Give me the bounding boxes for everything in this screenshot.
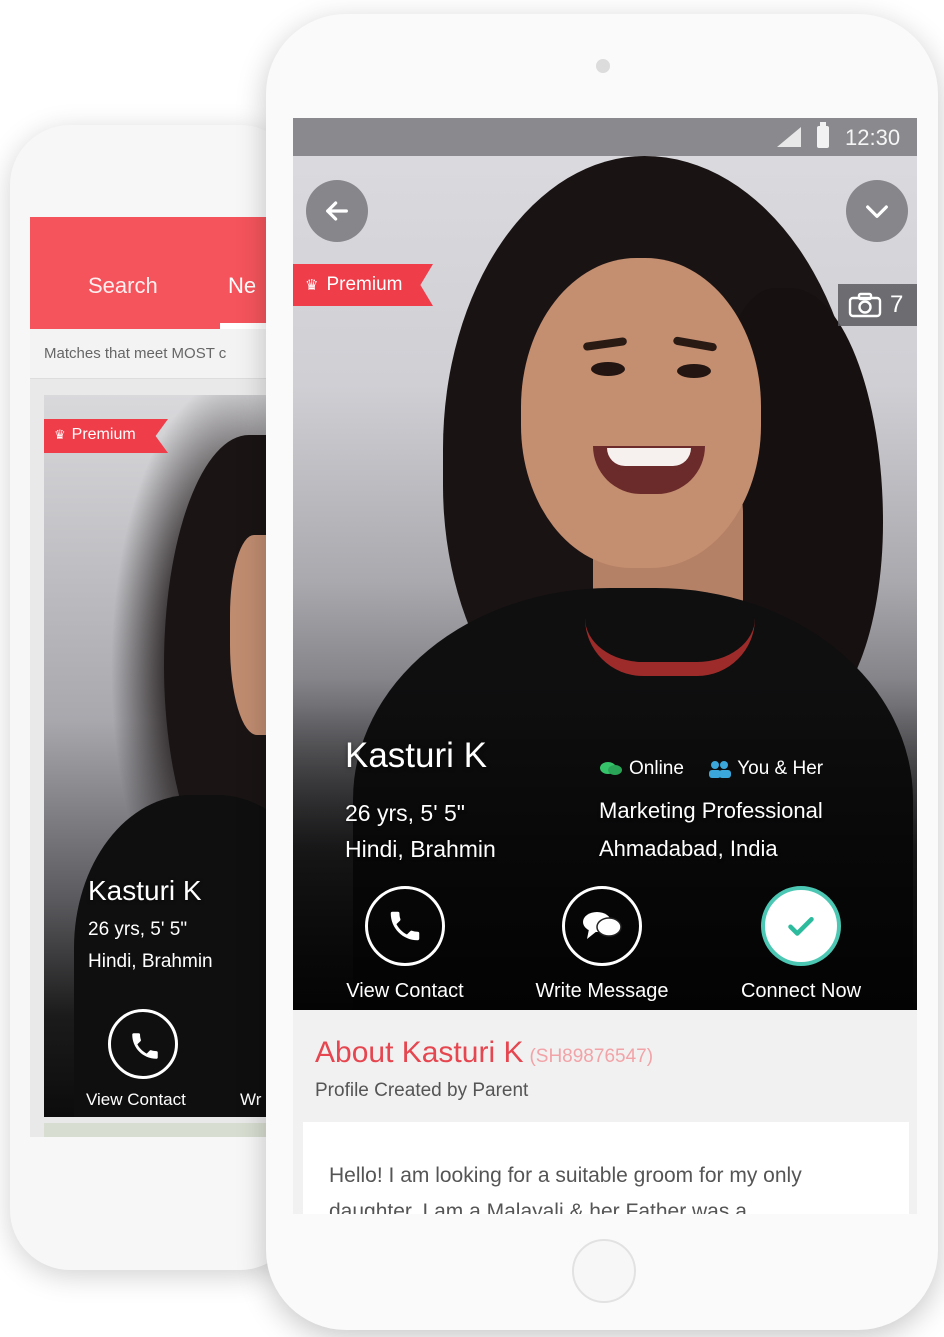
- profile-photo-eye: [591, 362, 625, 376]
- profile-photo-face: [230, 535, 270, 735]
- profile-created-by: Profile Created by Parent: [315, 1080, 529, 1101]
- arrow-left-icon: [326, 201, 348, 221]
- profile-age-height: 26 yrs, 5' 5": [345, 800, 465, 826]
- back-button[interactable]: [306, 180, 368, 242]
- front-phone: 12:30 ♛ Premium 7 Kasturi K 26 yrs, 5' 5"…: [266, 14, 938, 1330]
- about-text-card: Hello! I am looking for a suitable groom…: [303, 1122, 909, 1214]
- camera-icon: [848, 292, 882, 318]
- connect-now-label: Connect Now: [740, 980, 862, 1002]
- tab-search[interactable]: Search: [88, 273, 158, 299]
- connect-now-circle[interactable]: [761, 886, 841, 966]
- front-phone-screen: 12:30 ♛ Premium 7 Kasturi K 26 yrs, 5' 5"…: [293, 118, 917, 1214]
- premium-badge: ♛ Premium: [293, 264, 433, 306]
- about-section: About Kasturi K (SH89876547) Profile Crea…: [293, 1010, 917, 1214]
- chat-online-icon: [600, 762, 622, 775]
- back-subtitle-bar: Matches that meet MOST c: [30, 329, 270, 379]
- mutual-label: You & Her: [737, 758, 824, 779]
- back-phone-screen: Search Ne Matches that meet MOST c ♛ Prem…: [30, 217, 270, 1137]
- back-phone: Search Ne Matches that meet MOST c ♛ Prem…: [10, 125, 300, 1270]
- matches-subtitle: Matches that meet MOST c: [44, 345, 227, 362]
- write-message-circle[interactable]: [562, 886, 642, 966]
- profile-photo[interactable]: [293, 118, 917, 1010]
- profile-photo-face: [521, 258, 761, 568]
- tab-new[interactable]: Ne: [228, 273, 256, 299]
- profile-photo-teeth: [607, 448, 691, 466]
- back-header: Search Ne: [30, 217, 270, 329]
- battery-icon: [817, 122, 829, 148]
- online-label: Online: [629, 758, 684, 779]
- view-contact-label: View Contact: [86, 1090, 186, 1109]
- write-message-label-partial: Wr: [240, 1090, 262, 1109]
- about-text: Hello! I am looking for a suitable groom…: [329, 1164, 802, 1214]
- connect-now-button[interactable]: Connect Now: [711, 886, 891, 1003]
- photo-count-button[interactable]: 7: [838, 284, 917, 326]
- premium-label: Premium: [326, 274, 403, 295]
- users-icon: [709, 761, 732, 778]
- premium-badge: ♛ Premium: [44, 419, 168, 453]
- photo-count: 7: [890, 291, 904, 318]
- profile-name: Kasturi K: [345, 736, 487, 775]
- check-icon: [788, 917, 814, 936]
- write-message-button[interactable]: Write Message: [512, 886, 692, 1003]
- crown-icon: ♛: [305, 277, 319, 294]
- profile-location: Ahmadabad, India: [599, 836, 778, 861]
- about-title: About Kasturi K (SH89876547): [315, 1036, 653, 1070]
- signal-icon: [777, 127, 801, 147]
- crown-icon: ♛: [54, 427, 66, 442]
- home-button[interactable]: [572, 1239, 636, 1303]
- premium-label: Premium: [71, 426, 136, 443]
- about-heading: About Kasturi K: [315, 1036, 524, 1069]
- write-message-label: Write Message: [535, 980, 669, 1002]
- chevron-down-icon: [866, 205, 888, 218]
- profile-community: Hindi, Brahmin: [88, 951, 213, 972]
- profile-community: Hindi, Brahmin: [345, 836, 496, 862]
- chat-icon: [583, 912, 622, 939]
- view-contact-button[interactable]: View Contact: [315, 886, 495, 1003]
- phone-icon: [132, 1033, 158, 1059]
- profile-photo-eye: [677, 364, 711, 378]
- view-contact-button[interactable]: [108, 1009, 178, 1079]
- back-profile-card[interactable]: ♛ Premium Kasturi K 26 yrs, 5' 5" Hindi, …: [44, 395, 270, 1117]
- expand-button[interactable]: [846, 180, 908, 242]
- mutual-status: You & Her: [707, 758, 823, 780]
- phone-speaker: [596, 59, 610, 73]
- profile-age-height: 26 yrs, 5' 5": [88, 919, 188, 940]
- next-card-peek: [44, 1123, 270, 1137]
- status-chips: Online You & Her: [599, 758, 841, 784]
- profile-name: Kasturi K: [88, 875, 202, 906]
- profile-id: (SH89876547): [529, 1046, 654, 1067]
- view-contact-circle[interactable]: [365, 886, 445, 966]
- view-contact-label: View Contact: [346, 980, 464, 1002]
- profile-profession: Marketing Professional: [599, 798, 823, 823]
- status-time: 12:30: [845, 125, 901, 150]
- online-status: Online: [599, 758, 684, 780]
- status-bar: 12:30: [293, 118, 917, 156]
- phone-icon: [390, 911, 420, 941]
